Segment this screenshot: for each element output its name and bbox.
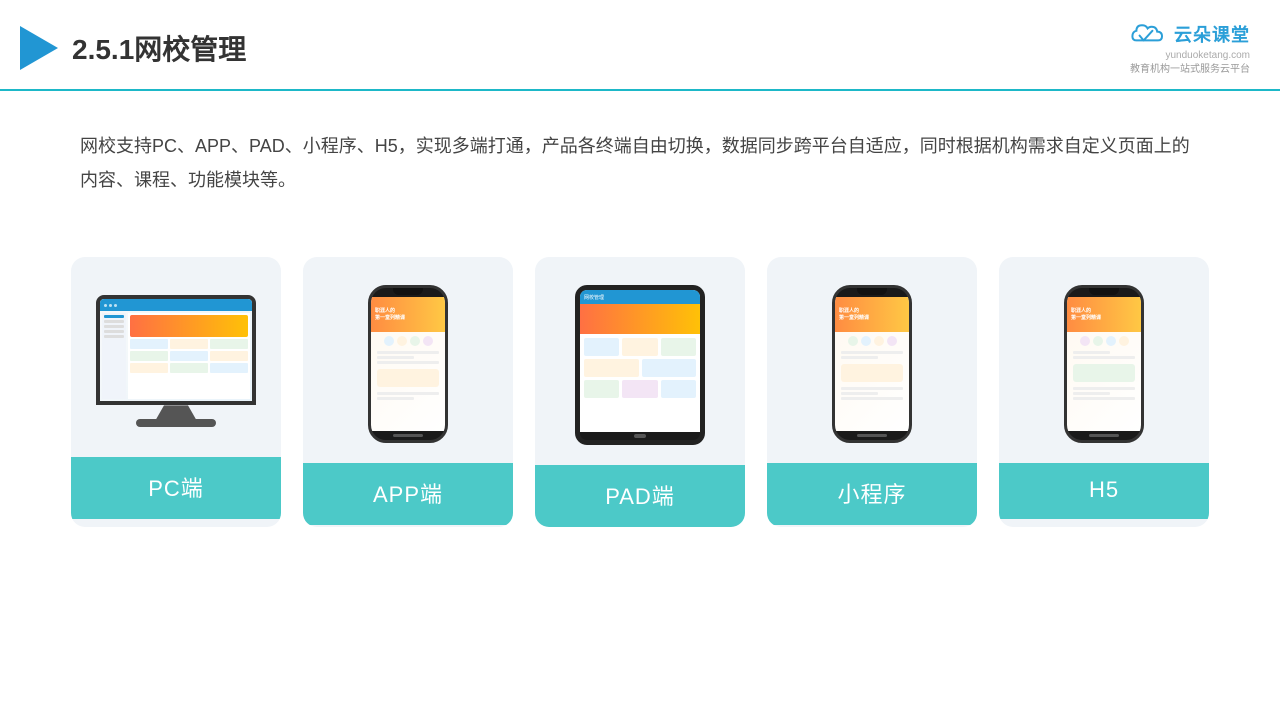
logo-domain: yunduoketang.com <box>1165 50 1250 61</box>
card-h5-image: 职涯人的第一堂列精课 <box>999 257 1209 463</box>
logo-tagline: 教育机构一站式服务云平台 <box>1130 63 1250 77</box>
card-pad: 网校管理 <box>535 257 745 527</box>
cards-container: PC端 职涯人的第一堂列精课 <box>0 227 1280 557</box>
card-pc-label: PC端 <box>71 457 281 519</box>
page-title: 2.5.1网校管理 <box>72 28 246 68</box>
header: 2.5.1网校管理 云朵课堂 yunduoketang.com 教育机构一站式服… <box>0 0 1280 91</box>
card-miniapp-label: 小程序 <box>767 463 977 525</box>
card-h5: 职涯人的第一堂列精课 <box>999 257 1209 527</box>
phone-app-icon: 职涯人的第一堂列精课 <box>368 285 448 443</box>
description-text: 网校支持PC、APP、PAD、小程序、H5，实现多端打通，产品各终端自由切换，数… <box>0 91 1280 217</box>
logo-area: 云朵课堂 yunduoketang.com 教育机构一站式服务云平台 <box>1122 18 1250 77</box>
card-pc: PC端 <box>71 257 281 527</box>
card-miniapp-image: 职涯人的第一堂列精课 <box>767 257 977 463</box>
card-miniapp: 职涯人的第一堂列精课 <box>767 257 977 527</box>
card-app-label: APP端 <box>303 463 513 525</box>
header-left: 2.5.1网校管理 <box>20 26 246 70</box>
description-paragraph: 网校支持PC、APP、PAD、小程序、H5，实现多端打通，产品各终端自由切换，数… <box>80 129 1200 197</box>
cloud-logo-icon <box>1122 18 1170 50</box>
card-h5-label: H5 <box>999 463 1209 519</box>
card-app-image: 职涯人的第一堂列精课 <box>303 257 513 463</box>
brand-row: 云朵课堂 <box>1122 18 1250 50</box>
card-pad-label: PAD端 <box>535 465 745 527</box>
pc-monitor-icon <box>96 295 256 427</box>
play-icon <box>20 26 58 70</box>
phone-h5-icon: 职涯人的第一堂列精课 <box>1064 285 1144 443</box>
tablet-pad-icon: 网校管理 <box>575 285 705 445</box>
logo-text: 云朵课堂 <box>1174 21 1250 47</box>
card-pc-image <box>71 257 281 457</box>
phone-miniapp-icon: 职涯人的第一堂列精课 <box>832 285 912 443</box>
card-app: 职涯人的第一堂列精课 <box>303 257 513 527</box>
card-pad-image: 网校管理 <box>535 257 745 465</box>
